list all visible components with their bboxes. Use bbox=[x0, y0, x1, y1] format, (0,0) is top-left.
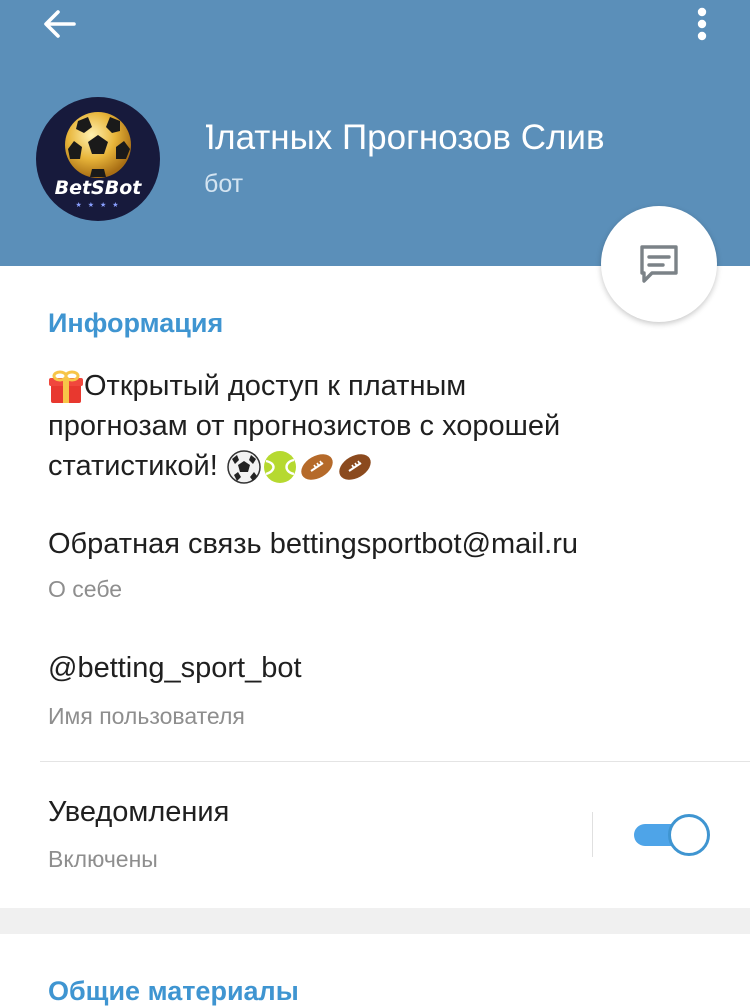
section-gap bbox=[0, 908, 750, 934]
more-vertical-icon bbox=[697, 7, 707, 41]
username-caption: Имя пользователя bbox=[48, 703, 245, 729]
notifications-status: Включены bbox=[48, 846, 158, 872]
description-text-3: статистикой! bbox=[48, 450, 218, 482]
soccer-ball-logo bbox=[65, 112, 131, 178]
description-line: прогнозам от прогнозистов с хорошей bbox=[48, 406, 708, 446]
description-line: статистикой! bbox=[48, 446, 708, 486]
gift-emoji bbox=[49, 370, 83, 404]
avatar[interactable]: BetSBot ★ ★ ★ ★ bbox=[36, 97, 160, 221]
soccer-ball-emoji bbox=[227, 450, 261, 485]
message-button[interactable] bbox=[601, 206, 717, 322]
back-button[interactable] bbox=[34, 2, 86, 46]
shared-media-heading[interactable]: Общие материалы bbox=[48, 976, 299, 1007]
arrow-left-icon bbox=[44, 10, 76, 38]
avatar-label: BetSBot bbox=[54, 177, 142, 199]
description-text-2: прогнозам от прогнозистов с хорошей bbox=[48, 410, 561, 442]
toggle-separator bbox=[592, 812, 593, 857]
info-heading: Информация bbox=[48, 308, 224, 338]
toggle-knob bbox=[668, 814, 710, 856]
football-emoji bbox=[339, 454, 371, 481]
username-value[interactable]: @betting_sport_bot bbox=[48, 652, 302, 685]
football-emoji bbox=[301, 454, 333, 481]
bot-description: Открытый доступ к платным прогнозам от п… bbox=[48, 366, 708, 486]
tennis-ball-emoji bbox=[263, 451, 296, 484]
avatar-stars-decoration: ★ ★ ★ ★ bbox=[75, 202, 121, 209]
about-caption: О себе bbox=[48, 576, 123, 602]
about-value[interactable]: Обратная связь bettingsportbot@mail.ru bbox=[48, 528, 578, 561]
title-marquee: Платных Прогнозов Слив bbox=[206, 110, 750, 170]
bot-subtitle: бот bbox=[204, 170, 244, 198]
more-menu-button[interactable] bbox=[684, 2, 720, 46]
page-title: Платных Прогнозов Слив bbox=[206, 118, 605, 157]
message-icon bbox=[640, 245, 678, 283]
description-text-1: Открытый доступ к платным bbox=[84, 370, 467, 402]
notifications-toggle[interactable] bbox=[634, 814, 710, 856]
description-line: Открытый доступ к платным bbox=[48, 366, 708, 406]
section-divider bbox=[40, 761, 750, 762]
notifications-label[interactable]: Уведомления bbox=[48, 796, 229, 829]
